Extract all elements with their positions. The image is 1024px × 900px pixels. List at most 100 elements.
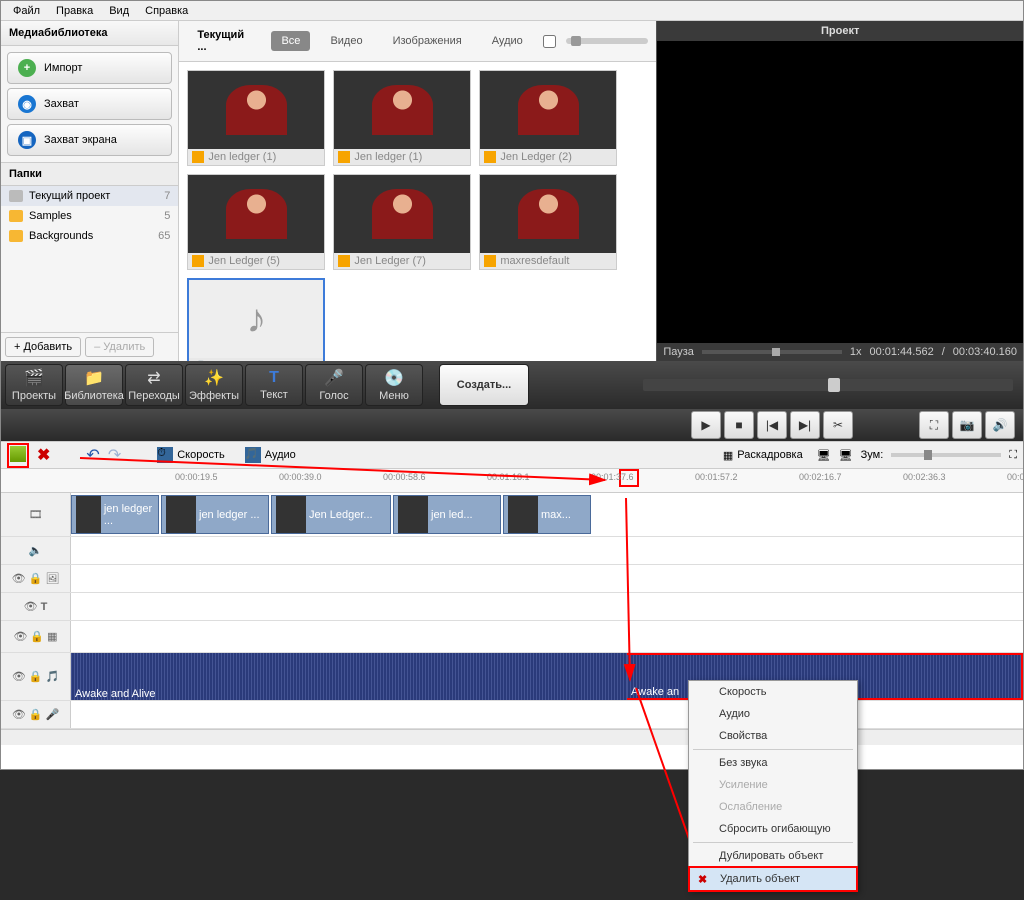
audio-icon: 🎵 [245, 447, 261, 463]
lock-icon: 🔒 [29, 708, 43, 721]
music-icon: 🎵 [45, 670, 59, 683]
ctx-fade-out[interactable]: Ослабление [689, 796, 857, 818]
transition-icon: ⇄ [147, 368, 160, 388]
effect-track[interactable]: 👁🔒▦ [1, 621, 1023, 653]
next-frame-button[interactable]: ▶| [790, 411, 820, 439]
preview-video[interactable] [657, 41, 1023, 343]
split-tool-highlight [7, 443, 29, 468]
split-tool-icon[interactable] [10, 446, 26, 462]
thumb-toggle-checkbox[interactable] [543, 35, 556, 48]
ctx-fade-in[interactable]: Усиление [689, 774, 857, 796]
tab-video[interactable]: Видео [320, 31, 372, 51]
library-button[interactable]: 📁Библиотека [65, 364, 123, 406]
eye-icon: 👁 [24, 600, 38, 613]
menu-help[interactable]: Справка [137, 3, 196, 19]
media-library-panel: Медиабиблиотека +Импорт ◉Захват ▣Захват … [1, 21, 179, 361]
menu-edit[interactable]: Правка [48, 3, 101, 19]
thumb-label: Jen Ledger (7) [354, 255, 426, 267]
projects-button[interactable]: 🎬Проекты [5, 364, 63, 406]
video-clip[interactable]: jen led... [393, 495, 501, 534]
overlay-track[interactable]: 👁🔒🖼 [1, 565, 1023, 593]
audio-tool[interactable]: 🎵Аудио [239, 444, 302, 466]
media-thumbnail[interactable]: Jen Ledger (5) [187, 174, 325, 270]
zoom-slider[interactable] [891, 453, 1001, 457]
video-clip[interactable]: Jen Ledger... [271, 495, 391, 534]
folder-row[interactable]: Backgrounds65 [1, 226, 178, 246]
storyboard-toggle[interactable]: ▦Раскадровка [717, 446, 809, 465]
undo-button[interactable]: ↶ [86, 445, 99, 465]
stop-button[interactable]: ■ [724, 411, 754, 439]
tab-audio[interactable]: Аудио [482, 31, 533, 51]
media-thumbnail[interactable]: Jen Ledger (2) [479, 70, 617, 166]
screen-capture-button[interactable]: ▣Захват экрана [7, 124, 172, 156]
fullscreen-button[interactable]: ⛶ [919, 411, 949, 439]
ctx-duplicate[interactable]: Дублировать объект [689, 845, 857, 867]
tab-current[interactable]: Текущий ... [187, 25, 261, 57]
video-clip[interactable]: jen ledger ... [161, 495, 269, 534]
snapshot-button[interactable]: 📷 [952, 411, 982, 439]
audio-clip-1[interactable]: Awake and Alive [71, 653, 627, 700]
text-button[interactable]: TТекст [245, 364, 303, 406]
display-icon[interactable]: 🖥 [839, 449, 853, 462]
delete-tool-icon[interactable]: ✖ [37, 445, 50, 465]
ctx-audio[interactable]: Аудио [689, 703, 857, 725]
thumb-label: Jen Ledger (2) [500, 151, 572, 163]
main-toolbar: 🎬Проекты 📁Библиотека ⇄Переходы ✨Эффекты … [1, 361, 1023, 409]
delete-folder-button[interactable]: – Удалить [85, 337, 154, 357]
transitions-button[interactable]: ⇄Переходы [125, 364, 183, 406]
media-thumbnail[interactable]: Jen Ledger (7) [333, 174, 471, 270]
audio-clip-label: Awake and Alive [75, 688, 156, 700]
monitor-icon[interactable]: 🖥 [817, 449, 831, 462]
voice-button[interactable]: 🎤Голос [305, 364, 363, 406]
speed-slider[interactable] [702, 350, 842, 354]
folder-name: Текущий проект [29, 190, 110, 202]
voice-track[interactable]: 👁🔒🎤 [1, 701, 1023, 729]
text-track[interactable]: 👁T [1, 593, 1023, 621]
media-thumbnail[interactable]: Jen ledger (1) [333, 70, 471, 166]
video-clip[interactable]: max... [503, 495, 591, 534]
thumb-label: Jen ledger (1) [208, 151, 276, 163]
ctx-speed[interactable]: Скорость [689, 681, 857, 703]
import-button[interactable]: +Импорт [7, 52, 172, 84]
volume-button[interactable]: 🔊 [985, 411, 1015, 439]
ctx-properties[interactable]: Свойства [689, 725, 857, 747]
media-thumbnail[interactable]: Jen ledger (1) [187, 70, 325, 166]
text-icon: T [269, 369, 279, 387]
folder-row[interactable]: Текущий проект7 [1, 186, 178, 206]
split-button[interactable]: ✂ [823, 411, 853, 439]
music-note-icon: ♪ [246, 297, 266, 342]
ctx-reset-envelope[interactable]: Сбросить огибающую [689, 818, 857, 840]
menu-file[interactable]: Файл [5, 3, 48, 19]
fit-zoom-button[interactable]: ⛶ [1009, 449, 1017, 462]
media-thumbnail[interactable]: maxresdefault [479, 174, 617, 270]
tab-all[interactable]: Все [271, 31, 310, 51]
timeline-scrollbar[interactable] [1, 729, 1023, 745]
time-ruler[interactable]: 00:00:19.500:00:39.000:00:58.600:01:18.1… [1, 469, 1023, 493]
clip-thumbnail [76, 496, 101, 533]
prev-frame-button[interactable]: |◀ [757, 411, 787, 439]
media-type-icon [338, 255, 350, 267]
ctx-delete[interactable]: ✖Удалить объект [688, 866, 858, 892]
video-track[interactable]: 🎞 jen ledger ...jen ledger ...Jen Ledger… [1, 493, 1023, 537]
microphone-icon: 🎤 [324, 368, 344, 388]
clip-thumbnail [398, 496, 428, 533]
speed-tool[interactable]: ⏱Скорость [151, 444, 231, 466]
video-clip[interactable]: jen ledger ... [71, 495, 159, 534]
ctx-mute[interactable]: Без звука [689, 752, 857, 774]
audio-track[interactable]: 👁🔒🎵 Awake and Alive Awake an [1, 653, 1023, 701]
folder-row[interactable]: Samples5 [1, 206, 178, 226]
effects-button[interactable]: ✨Эффекты [185, 364, 243, 406]
menu-button[interactable]: 💿Меню [365, 364, 423, 406]
redo-button[interactable]: ↷ [108, 445, 121, 465]
create-button[interactable]: Создать... [439, 364, 529, 406]
video-audio-track[interactable]: 🔈 [1, 537, 1023, 565]
tab-images[interactable]: Изображения [383, 31, 472, 51]
capture-button[interactable]: ◉Захват [7, 88, 172, 120]
play-button[interactable]: ▶ [691, 411, 721, 439]
menu-view[interactable]: Вид [101, 3, 137, 19]
seek-bar[interactable] [643, 379, 1013, 391]
add-folder-button[interactable]: + Добавить [5, 337, 81, 357]
folder-icon: 📁 [84, 368, 104, 388]
thumb-size-slider[interactable] [566, 38, 649, 44]
context-menu: Скорость Аудио Свойства Без звука Усилен… [688, 680, 858, 892]
